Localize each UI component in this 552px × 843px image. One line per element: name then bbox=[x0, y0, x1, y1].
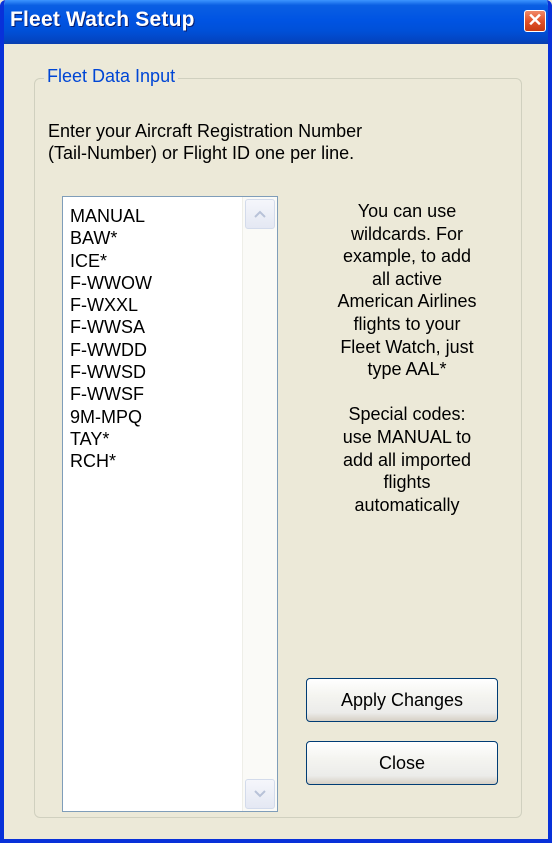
list-item[interactable]: F-WWSF bbox=[70, 383, 152, 405]
wildcard-help-text: You can use wildcards. For example, to a… bbox=[298, 200, 516, 516]
chevron-up-icon bbox=[254, 210, 266, 218]
help-line: Fleet Watch, just bbox=[340, 336, 474, 357]
list-item[interactable]: F-WWSD bbox=[70, 361, 152, 383]
chevron-down-icon bbox=[254, 790, 266, 798]
list-item[interactable]: MANUAL bbox=[70, 205, 152, 227]
window-title: Fleet Watch Setup bbox=[10, 8, 195, 31]
instructions-line-1: Enter your Aircraft Registration Number bbox=[48, 121, 363, 141]
close-icon: ✕ bbox=[527, 10, 543, 30]
list-item[interactable]: 9M-MPQ bbox=[70, 406, 152, 428]
special-codes-line: Special codes: bbox=[348, 404, 466, 425]
help-line: American Airlines bbox=[337, 291, 477, 312]
help-line: all active bbox=[371, 268, 443, 289]
window-close-button[interactable]: ✕ bbox=[524, 10, 546, 32]
special-codes-line: automatically bbox=[354, 494, 460, 515]
special-codes-line: use MANUAL to bbox=[342, 426, 472, 447]
title-bar[interactable]: Fleet Watch Setup ✕ bbox=[4, 0, 548, 44]
help-line: wildcards. For bbox=[350, 223, 464, 244]
scroll-up-button[interactable] bbox=[245, 199, 275, 229]
help-spacer bbox=[298, 381, 516, 404]
help-line: flights to your bbox=[353, 313, 461, 334]
instructions-line-2: (Tail-Number) or Flight ID one per line. bbox=[48, 143, 355, 163]
list-item[interactable]: ICE* bbox=[70, 250, 152, 272]
vertical-scrollbar[interactable] bbox=[242, 197, 277, 811]
help-line: example, to add bbox=[342, 246, 472, 267]
list-item[interactable]: F-WWDD bbox=[70, 339, 152, 361]
special-codes-line: flights bbox=[383, 472, 431, 493]
list-item[interactable]: RCH* bbox=[70, 450, 152, 472]
group-label: Fleet Data Input bbox=[44, 66, 179, 87]
fleet-list-textarea[interactable]: MANUAL BAW* ICE* F-WWOW F-WXXL F-WWSA F-… bbox=[62, 196, 278, 812]
list-item[interactable]: BAW* bbox=[70, 227, 152, 249]
apply-changes-button[interactable]: Apply Changes bbox=[306, 678, 498, 722]
help-line: You can use bbox=[357, 201, 457, 221]
special-codes-line: add all imported bbox=[342, 449, 472, 470]
dialog-body: Fleet Data Input Enter your Aircraft Reg… bbox=[4, 44, 548, 839]
fleet-list-items: MANUAL BAW* ICE* F-WWOW F-WXXL F-WWSA F-… bbox=[70, 205, 152, 473]
list-item[interactable]: F-WXXL bbox=[70, 294, 152, 316]
instructions-text: Enter your Aircraft Registration Number … bbox=[48, 120, 508, 164]
list-item[interactable]: F-WWSA bbox=[70, 316, 152, 338]
fleet-watch-setup-window: Fleet Watch Setup ✕ Fleet Data Input Ent… bbox=[0, 0, 552, 843]
scroll-down-button[interactable] bbox=[245, 779, 275, 809]
list-item[interactable]: F-WWOW bbox=[70, 272, 152, 294]
help-line: type AAL* bbox=[367, 359, 447, 380]
close-button[interactable]: Close bbox=[306, 741, 498, 785]
list-item[interactable]: TAY* bbox=[70, 428, 152, 450]
